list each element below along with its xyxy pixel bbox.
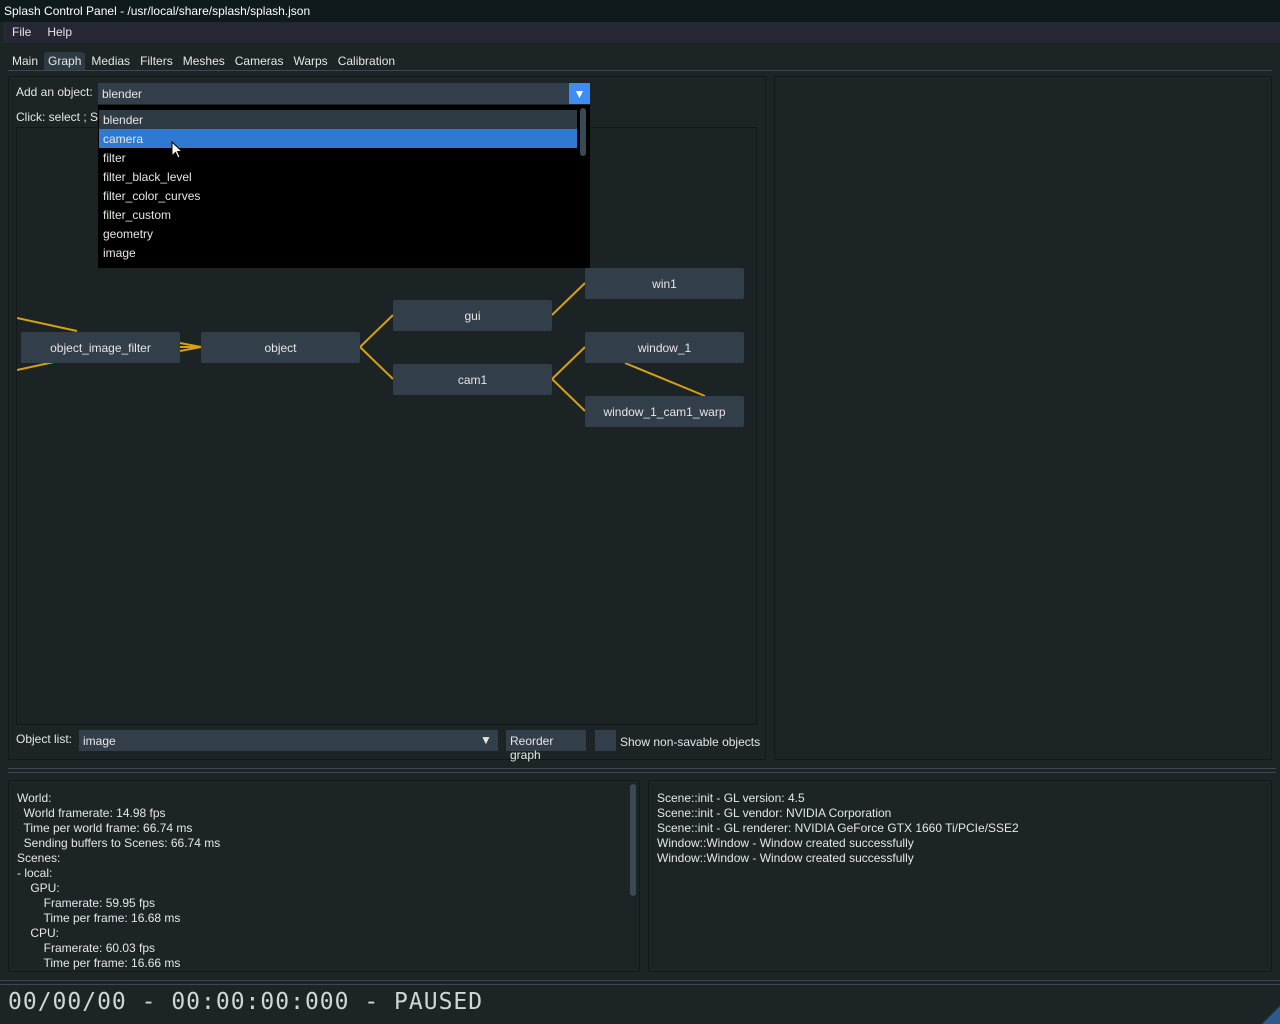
graph-edge [551,378,586,412]
graph-edge [359,346,394,380]
object-list-select[interactable]: image [79,730,498,751]
stats-line: Time per frame: 16.66 ms [17,956,181,970]
stats-line: GPU: [17,881,60,895]
stats-panel: World: World framerate: 14.98 fps Time p… [8,780,640,972]
mouse-cursor-icon [171,141,183,159]
divider [8,70,1272,71]
graph-node-gui[interactable]: gui [393,300,552,331]
dropdown-option-geometry[interactable]: geometry [99,224,577,243]
object-list-label: Object list: [16,732,73,746]
log-line: Scene::init - GL vendor: NVIDIA Corporat… [657,806,892,820]
properties-panel [774,76,1272,760]
stats-line: Time per world frame: 66.74 ms [17,821,193,835]
graph-edge [551,282,586,316]
chevron-down-icon[interactable]: ▼ [569,83,590,104]
graph-edge [359,314,394,348]
reorder-graph-button[interactable]: Reorder graph [506,730,586,762]
resize-grip[interactable] [1262,1006,1280,1024]
stats-line: CPU: [17,926,60,940]
tab-main[interactable]: Main [8,52,42,71]
dropdown-option-filter_color_curves[interactable]: filter_color_curves [99,186,577,205]
graph-node-window_1[interactable]: window_1 [585,332,744,363]
log-line: Window::Window - Window created successf… [657,851,914,865]
graph-node-object_image_filter[interactable]: object_image_filter [21,332,180,363]
tab-graph[interactable]: Graph [44,52,86,71]
timecode-status: 00/00/00 - 00:00:00:000 - PAUSED [8,989,484,1015]
log-line: Scene::init - GL renderer: NVIDIA GeForc… [657,821,1019,835]
add-object-select[interactable]: blender [98,83,590,104]
stats-line: Sending buffers to Scenes: 66.74 ms [17,836,221,850]
stats-line: Framerate: 60.03 fps [17,941,156,955]
log-panel: Scene::init - GL version: 4.5 Scene::init… [648,780,1272,972]
stats-line: Scenes: [17,851,61,865]
dropdown-option-filter_custom[interactable]: filter_custom [99,205,577,224]
graph-edge [624,362,706,397]
dropdown-option-blender[interactable]: blender [99,110,577,129]
menubar: File Help [3,22,1280,43]
stats-line: World: [17,791,52,805]
graph-edge [551,346,586,380]
tab-bar: Main Graph Medias Filters Meshes Cameras Warps… [8,52,399,71]
graph-node-win1[interactable]: win1 [585,268,744,299]
stats-scrollbar[interactable] [630,784,636,896]
tab-calibration[interactable]: Calibration [334,52,399,71]
log-line: Scene::init - GL version: 4.5 [657,791,805,805]
dropdown-option-filter_black_level[interactable]: filter_black_level [99,167,577,186]
add-object-dropdown-list: blender camera filter filter_black_level fil… [98,105,590,268]
menu-file[interactable]: File [12,25,31,40]
tab-filters[interactable]: Filters [136,52,177,71]
splitter[interactable] [8,768,1276,773]
chevron-down-icon[interactable]: ▼ [480,733,492,747]
menu-help[interactable]: Help [47,25,72,40]
graph-node-object[interactable]: object [201,332,360,363]
tab-warps[interactable]: Warps [289,52,331,71]
dropdown-scrollbar[interactable] [580,108,586,156]
graph-node-cam1[interactable]: cam1 [393,364,552,395]
show-nonsavable-checkbox[interactable] [595,730,616,751]
tab-meshes[interactable]: Meshes [179,52,229,71]
graph-edge [17,317,78,332]
stats-line: - local: [17,866,53,880]
log-line: Window::Window - Window created successf… [657,836,914,850]
show-nonsavable-label: Show non-savable objects [620,735,761,749]
tab-cameras[interactable]: Cameras [231,52,288,71]
stats-line: Time per frame: 16.68 ms [17,911,181,925]
graph-help-text: Click: select ; Sh [16,110,105,124]
dropdown-option-image[interactable]: image [99,243,577,262]
stats-line: World framerate: 14.98 fps [17,806,166,820]
splitter[interactable] [0,980,1280,985]
stats-line: Framerate: 59.95 fps [17,896,156,910]
tab-medias[interactable]: Medias [87,52,134,71]
graph-node-window_1_cam1_warp[interactable]: window_1_cam1_warp [585,396,744,427]
window-title: Splash Control Panel - /usr/local/share/… [0,0,1280,22]
add-object-label: Add an object: [16,85,93,99]
